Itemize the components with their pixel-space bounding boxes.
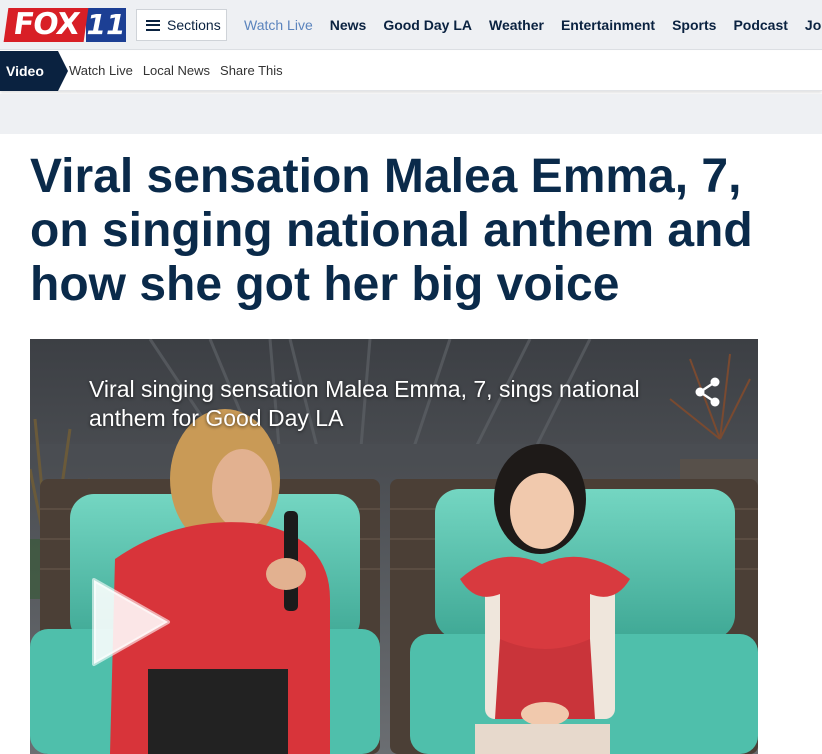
hamburger-icon [146, 19, 160, 31]
nav-link-sports[interactable]: Sports [672, 17, 716, 33]
top-navigation: FOX 11 Sections Watch Live News Good Day… [0, 0, 822, 50]
sub-link-local-news[interactable]: Local News [143, 63, 210, 78]
article-headline: Viral sensation Malea Emma, 7, on singin… [30, 150, 753, 311]
fox11-logo[interactable]: FOX 11 [3, 7, 126, 42]
play-icon[interactable] [88, 574, 174, 670]
nav-link-weather[interactable]: Weather [489, 17, 544, 33]
share-icon[interactable] [692, 376, 724, 408]
logo-brand: FOX [3, 7, 89, 42]
nav-link-podcast[interactable]: Podcast [733, 17, 787, 33]
logo-number: 11 [86, 8, 126, 42]
video-section-tag[interactable]: Video [0, 50, 68, 91]
nav-link-good-day-la[interactable]: Good Day LA [383, 17, 472, 33]
sections-label: Sections [167, 17, 221, 33]
nav-link-news[interactable]: News [330, 17, 367, 33]
sub-navigation: Video Watch Live Local News Share This [0, 50, 822, 91]
video-title-overlay: Viral singing sensation Malea Emma, 7, s… [89, 376, 640, 431]
nav-link-watch-live[interactable]: Watch Live [244, 17, 313, 33]
sub-nav-links: Watch Live Local News Share This [69, 63, 293, 78]
sections-button[interactable]: Sections [136, 9, 227, 41]
ad-placeholder-band [0, 94, 822, 134]
sub-link-share-this[interactable]: Share This [220, 63, 283, 78]
nav-link-jobs[interactable]: Jobs [805, 17, 822, 33]
nav-link-entertainment[interactable]: Entertainment [561, 17, 655, 33]
sub-link-watch-live[interactable]: Watch Live [69, 63, 133, 78]
video-player[interactable]: Viral singing sensation Malea Emma, 7, s… [30, 339, 758, 754]
main-nav-links: Watch Live News Good Day LA Weather Ente… [244, 0, 822, 49]
